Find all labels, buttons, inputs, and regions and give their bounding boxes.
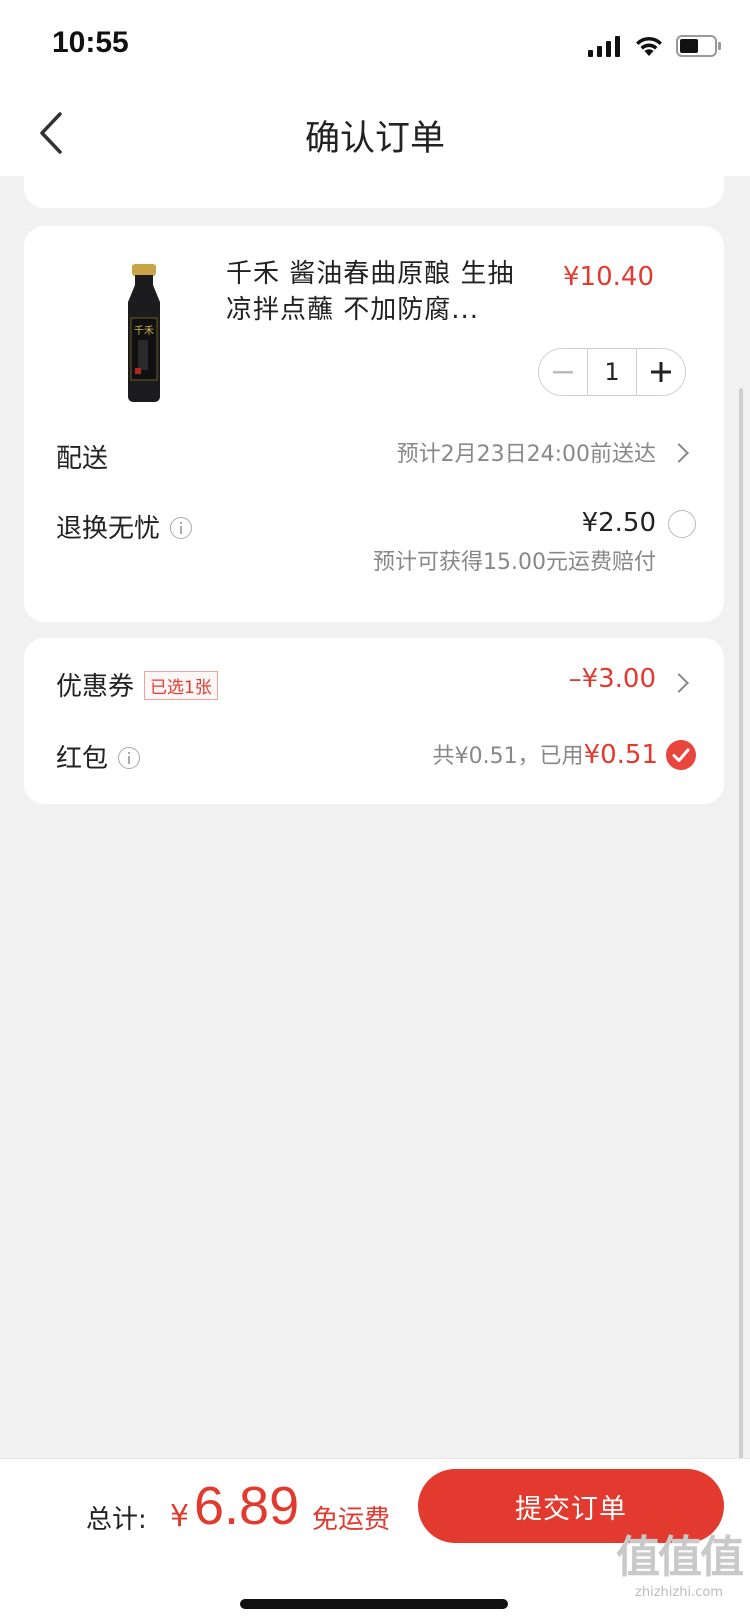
page-title: 确认订单 <box>304 119 445 159</box>
coupon-value[interactable]: –¥3.00 <box>569 664 656 694</box>
shipping-note: 免运费 <box>312 1505 391 1535</box>
product-title[interactable]: 千禾 酱油春曲原酿 生抽 凉拌点蘸 不加防腐... <box>226 256 526 328</box>
total-label: 总计: <box>86 1505 147 1535</box>
coupon-row[interactable]: 优惠券 已选1张 <box>56 666 218 703</box>
watermark-logo: 值值值 <box>616 1532 744 1583</box>
return-insurance-label: 退换无忧 <box>56 514 161 544</box>
minus-icon <box>553 371 573 374</box>
status-icons <box>588 34 722 58</box>
address-card[interactable] <box>24 176 724 208</box>
increase-button[interactable] <box>637 349 685 395</box>
checkmark-icon[interactable] <box>666 740 696 770</box>
chevron-right-icon[interactable] <box>669 443 689 463</box>
coupon-label: 优惠券 <box>56 672 135 702</box>
red-packet-used: ¥0.51 <box>583 740 658 770</box>
quantity-value[interactable]: 1 <box>587 349 637 395</box>
status-bar: 10:55 <box>0 0 750 90</box>
watermark-url: zhizhizhi.com <box>635 1585 723 1600</box>
product-price: ¥10.40 <box>563 262 654 292</box>
wifi-icon <box>636 36 662 56</box>
product-image[interactable]: 千禾 <box>78 256 210 404</box>
total-amount: 6.89 <box>194 1476 300 1536</box>
order-item-card: 千禾 千禾 酱油春曲原酿 生抽 凉拌点蘸 不加防腐... ¥10.40 1 配送… <box>24 226 724 622</box>
return-insurance-fee: ¥2.50 <box>581 508 656 538</box>
coupon-badge: 已选1张 <box>144 671 218 700</box>
status-time: 10:55 <box>52 26 129 59</box>
nav-bar: 确认订单 <box>0 90 750 176</box>
discount-card: 优惠券 已选1张 –¥3.00 红包 共¥0.51，已用¥0.51 <box>24 638 724 804</box>
chevron-right-icon[interactable] <box>669 673 689 693</box>
delivery-label: 配送 <box>56 444 109 474</box>
red-packet-summary: 共¥0.51，已用¥0.51 <box>433 738 658 770</box>
info-icon[interactable] <box>170 516 193 539</box>
scrollbar[interactable] <box>739 388 743 1624</box>
decrease-button[interactable] <box>539 349 587 395</box>
plus-icon <box>651 362 671 382</box>
return-insurance-row: 退换无忧 <box>56 508 193 545</box>
red-packet-label: 红包 <box>56 744 109 774</box>
quantity-stepper: 1 <box>538 348 686 396</box>
return-insurance-note: 预计可获得15.00元运费赔付 <box>373 550 656 575</box>
info-icon[interactable] <box>118 746 141 769</box>
delivery-estimate[interactable]: 预计2月23日24:00前送达 <box>397 436 656 468</box>
red-packet-row: 红包 <box>56 738 141 775</box>
signal-icon <box>588 36 620 57</box>
watermark: 值值值 zhizhizhi.com <box>616 1521 744 1600</box>
svg-text:千禾: 千禾 <box>134 325 154 337</box>
battery-icon <box>676 35 721 57</box>
red-packet-total: 共¥0.51，已用 <box>432 744 584 769</box>
checkout-bar: 总计: ¥ 6.89 免运费 提交订单 值值值 zhizhizhi.com <box>0 1458 750 1624</box>
total-currency: ¥ <box>170 1499 190 1534</box>
home-indicator[interactable] <box>240 1599 508 1609</box>
return-insurance-radio[interactable] <box>668 510 696 538</box>
